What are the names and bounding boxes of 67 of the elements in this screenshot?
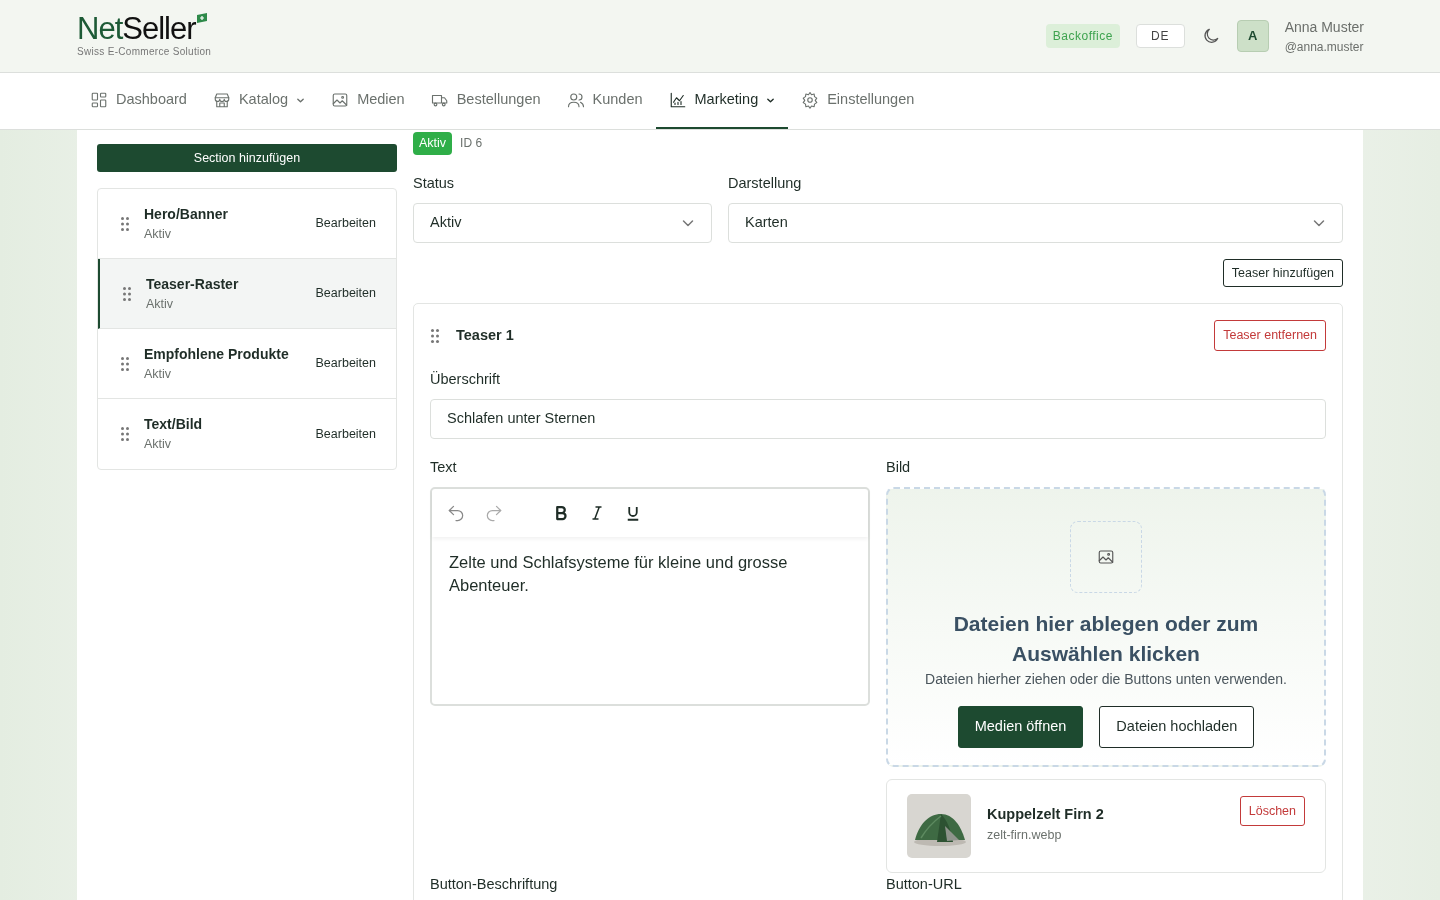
input-field[interactable]: Schlafen unter Sternen bbox=[430, 398, 1326, 439]
dashboard-icon bbox=[90, 91, 108, 109]
field-label: Status bbox=[413, 173, 456, 193]
section-title: Empfohlene Produkte bbox=[144, 344, 289, 364]
user-name: Anna Muster bbox=[1284, 17, 1364, 37]
nav-tab[interactable]: Dashboard bbox=[77, 73, 200, 129]
store-icon bbox=[212, 91, 231, 109]
nav-tab[interactable]: Katalog bbox=[199, 73, 319, 129]
section-title: Text/Bild bbox=[144, 415, 203, 435]
edit-link[interactable]: Bearbeiten bbox=[315, 284, 376, 303]
logo-text: NetSeller bbox=[77, 13, 196, 44]
field-label: Bild bbox=[886, 457, 912, 477]
section-title: Hero/Banner bbox=[144, 204, 229, 224]
add-teaser-button[interactable]: Teaser hinzufügen bbox=[1222, 258, 1343, 288]
edit-link[interactable]: Bearbeiten bbox=[315, 354, 376, 373]
section-status: Aktiv bbox=[144, 365, 173, 383]
users-icon bbox=[566, 91, 585, 109]
drop-zone-title: Dateien hier ablegen oder zum Auswählen klicken bbox=[952, 610, 1260, 667]
editor-text: Zelte und Schlafsysteme für kleine und grosse Abenteuer. bbox=[448, 551, 789, 597]
logo-tagline: Swiss E-Commerce Solution bbox=[77, 45, 212, 59]
field-label: Überschrift bbox=[430, 370, 502, 389]
id-label: ID 6 bbox=[460, 135, 483, 153]
rich-text-editor[interactable]: Zelte und Schlafsysteme für kleine und grosse Abenteuer. bbox=[430, 486, 870, 706]
teaser-title: Teaser 1 bbox=[456, 325, 514, 345]
user-handle: @anna.muster bbox=[1284, 38, 1364, 56]
edit-link[interactable]: Bearbeiten bbox=[315, 214, 376, 233]
upload-button[interactable]: Dateien hochladen bbox=[1099, 706, 1255, 749]
nav-tab[interactable]: Einstellungen bbox=[788, 73, 928, 129]
drag-handle-icon[interactable] bbox=[120, 215, 130, 232]
section-title: Teaser-Raster bbox=[146, 274, 239, 294]
drop-zone-hint: Dateien hierher ziehen oder die Buttons unten verwenden. bbox=[925, 670, 1287, 690]
nav-tab[interactable]: Bestellungen bbox=[417, 73, 554, 129]
nav-tab[interactable]: Medien bbox=[318, 73, 418, 129]
settings-icon bbox=[801, 91, 820, 109]
drop-zone[interactable]: Dateien hier ablegen oder zum Auswählen klicken Dateien hierher ziehen oder die Buttons unten verwenden. Medien öffnen Dateien hochladen bbox=[886, 486, 1326, 767]
language-button[interactable]: DE bbox=[1135, 24, 1185, 48]
drag-handle-icon[interactable] bbox=[430, 328, 440, 345]
field-label: Text bbox=[430, 457, 458, 477]
select-field[interactable]: Aktiv bbox=[413, 202, 712, 243]
edit-link[interactable]: Bearbeiten bbox=[315, 424, 376, 444]
drag-handle-icon[interactable] bbox=[120, 426, 130, 442]
file-name: Kuppelzelt Firn 2 bbox=[987, 805, 1104, 825]
section-item[interactable]: Teaser-Raster Aktiv Bearbeiten bbox=[98, 259, 396, 329]
avatar[interactable]: A bbox=[1236, 20, 1269, 52]
drag-handle-icon[interactable] bbox=[122, 285, 132, 302]
field-label: Button-Beschriftung bbox=[430, 876, 558, 893]
file-filename: zelt-firn.webp bbox=[987, 827, 1063, 844]
delete-button[interactable]: Löschen bbox=[1239, 795, 1305, 827]
chart-icon bbox=[668, 91, 687, 109]
status-badge: Aktiv bbox=[413, 132, 453, 155]
environment-badge: Backoffice bbox=[1045, 24, 1120, 48]
nav-tab[interactable]: Kunden bbox=[553, 73, 656, 129]
open-media-button[interactable]: Medien öffnen bbox=[957, 706, 1084, 749]
section-item[interactable]: Text/Bild Aktiv Bearbeiten bbox=[98, 399, 396, 469]
image-icon bbox=[331, 91, 350, 109]
select-field[interactable]: Karten bbox=[728, 202, 1343, 243]
field-label: Button-URL bbox=[886, 876, 962, 893]
section-item[interactable]: Empfohlene Produkte Aktiv Bearbeiten bbox=[98, 329, 396, 399]
logo-leaf-icon bbox=[195, 13, 208, 24]
section-status: Aktiv bbox=[146, 295, 175, 313]
image-icon bbox=[1097, 547, 1115, 566]
drag-handle-icon[interactable] bbox=[120, 355, 130, 372]
section-status: Aktiv bbox=[144, 436, 173, 454]
add-section-button[interactable]: Section hinzufügen bbox=[97, 144, 397, 172]
remove-teaser-button[interactable]: Teaser entfernen bbox=[1214, 320, 1326, 351]
section-status: Aktiv bbox=[144, 225, 173, 243]
field-label: Darstellung bbox=[728, 173, 803, 193]
